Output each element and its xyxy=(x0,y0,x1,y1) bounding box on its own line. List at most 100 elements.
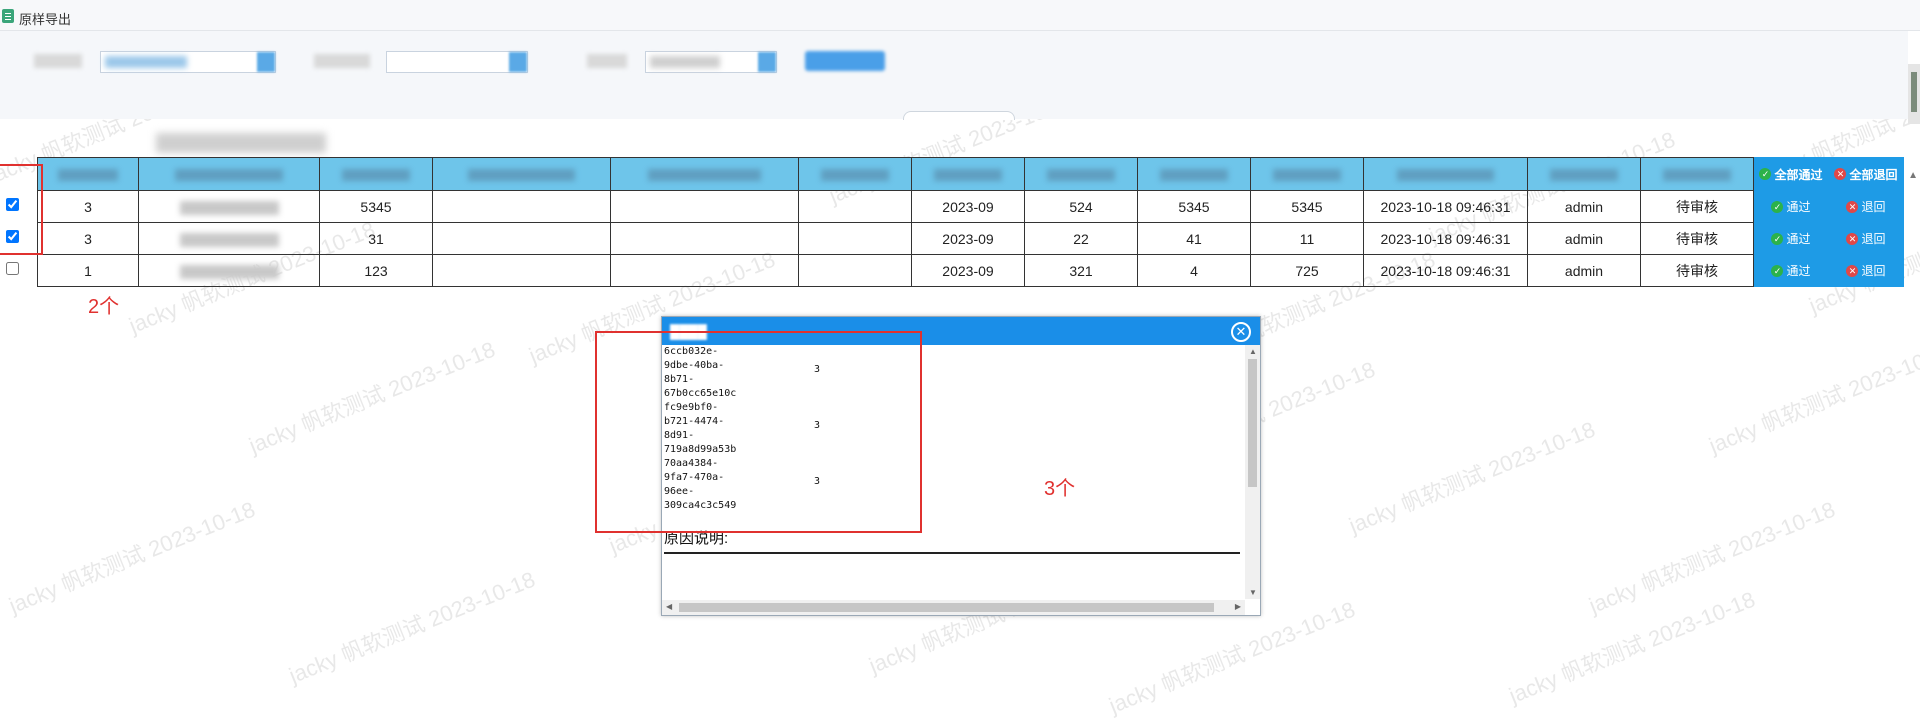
annotation-box-selected xyxy=(0,164,43,255)
cell-value: 5345 xyxy=(1137,190,1251,223)
cell-count: 3 xyxy=(37,222,139,255)
blurred-header-label xyxy=(156,133,326,153)
column-header xyxy=(319,157,433,191)
watermark-text: jacky 帆软测试 2023-10-18 xyxy=(245,336,499,459)
watermark-text: jacky 帆软测试 2023-10-18 xyxy=(1585,496,1839,619)
approve-button[interactable]: ✓ 通过 xyxy=(1753,190,1829,223)
cell-amount: 123 xyxy=(319,254,433,287)
cell-user: admin xyxy=(1527,190,1641,223)
cell-value: 41 xyxy=(1137,222,1251,255)
column-header xyxy=(37,157,139,191)
cell-period: 2023-09 xyxy=(911,254,1025,287)
column-header xyxy=(1363,157,1528,191)
cell-value: 11 xyxy=(1250,222,1364,255)
cell-status: 待审核 xyxy=(1640,254,1754,287)
query-button[interactable] xyxy=(805,51,885,71)
check-circle-icon: ✓ xyxy=(1771,264,1784,277)
page-scrollbar[interactable] xyxy=(1908,64,1920,124)
cell-value: 22 xyxy=(1024,222,1138,255)
cell-empty xyxy=(610,222,799,255)
watermark-text: jacky 帆软测试 2023-10-18 xyxy=(1505,586,1759,709)
filter-input-1[interactable] xyxy=(100,51,276,73)
cell-empty xyxy=(798,254,912,287)
table-header-row: ✓ 全部通过 ✕ 全部退回 xyxy=(37,157,1904,191)
annotation-selected-count: 2个 xyxy=(88,296,120,318)
cell-time: 2023-10-18 09:46:31 xyxy=(1363,254,1528,287)
cell-period: 2023-09 xyxy=(911,222,1025,255)
dialog-horizontal-scrollbar[interactable]: ◀ ▶ xyxy=(662,600,1245,615)
column-header xyxy=(798,157,912,191)
check-circle-icon: ✓ xyxy=(1771,200,1784,213)
cell-empty xyxy=(610,254,799,287)
approve-button[interactable]: ✓ 通过 xyxy=(1753,254,1829,287)
annotation-box-dialog xyxy=(595,331,922,533)
return-all-button[interactable]: ✕ 全部退回 xyxy=(1828,157,1904,191)
cell-empty xyxy=(798,190,912,223)
cell-amount: 31 xyxy=(319,222,433,255)
cell-user: admin xyxy=(1527,222,1641,255)
cell-time: 2023-10-18 09:46:31 xyxy=(1363,222,1528,255)
column-header xyxy=(1250,157,1364,191)
cell-value: 4 xyxy=(1137,254,1251,287)
x-circle-icon: ✕ xyxy=(1834,168,1847,180)
approve-button[interactable]: ✓ 通过 xyxy=(1753,222,1829,255)
cell-status: 待审核 xyxy=(1640,222,1754,255)
table-row: 1 123 2023-09 321 4 725 2023-10-18 09:46:31 adm… xyxy=(37,254,1904,287)
filter-label-1 xyxy=(34,54,82,68)
search-panel xyxy=(0,31,1908,119)
x-circle-icon: ✕ xyxy=(1846,264,1859,277)
check-circle-icon: ✓ xyxy=(1759,168,1772,180)
collapse-handle[interactable] xyxy=(903,111,1015,120)
approve-all-button[interactable]: ✓ 全部通过 xyxy=(1753,157,1829,191)
return-button[interactable]: ✕ 退回 xyxy=(1828,222,1904,255)
cell-count: 1 xyxy=(37,254,139,287)
cell-value: 321 xyxy=(1024,254,1138,287)
scroll-up-icon[interactable]: ▲ xyxy=(1908,170,1918,181)
export-document-icon[interactable] xyxy=(2,9,14,23)
filter-input-2[interactable] xyxy=(386,51,528,73)
cell-user: admin xyxy=(1527,254,1641,287)
filter-input-3[interactable] xyxy=(645,51,777,73)
cell-name-blurred xyxy=(138,222,320,255)
check-circle-icon: ✓ xyxy=(1771,232,1784,245)
column-header xyxy=(1527,157,1641,191)
cell-value: 5345 xyxy=(1250,190,1364,223)
cell-value: 725 xyxy=(1250,254,1364,287)
column-header xyxy=(1640,157,1754,191)
table-row: 3 5345 2023-09 524 5345 5345 2023-10-18 09:46:… xyxy=(37,190,1904,223)
cell-status: 待审核 xyxy=(1640,190,1754,223)
cell-name-blurred xyxy=(138,254,320,287)
cell-amount: 5345 xyxy=(319,190,433,223)
return-button[interactable]: ✕ 退回 xyxy=(1828,254,1904,287)
annotation-dialog-count: 3个 xyxy=(1044,478,1076,500)
table-row: 3 31 2023-09 22 41 11 2023-10-18 09:46:31 admin… xyxy=(37,222,1904,255)
watermark-text: jacky 帆软测试 2023-10-18 xyxy=(285,566,539,689)
watermark-text: jacky 帆软测试 2023-10-18 xyxy=(5,496,259,619)
top-bar: 原样导出 xyxy=(0,0,1920,31)
reason-input[interactable] xyxy=(664,552,1240,554)
column-header xyxy=(610,157,799,191)
cell-empty xyxy=(432,190,611,223)
cell-empty xyxy=(432,222,611,255)
column-header xyxy=(432,157,611,191)
watermark-text: jacky 帆软测试 2023-10-18 xyxy=(1705,336,1920,459)
export-title[interactable]: 原样导出 xyxy=(19,9,71,28)
cell-value: 524 xyxy=(1024,190,1138,223)
row-checkbox[interactable] xyxy=(6,262,19,275)
cell-name-blurred xyxy=(138,190,320,223)
x-circle-icon: ✕ xyxy=(1846,200,1859,213)
column-header xyxy=(138,157,320,191)
column-header xyxy=(911,157,1025,191)
column-header xyxy=(1137,157,1251,191)
dialog-vertical-scrollbar[interactable]: ▲ ▼ xyxy=(1245,345,1260,599)
column-header xyxy=(1024,157,1138,191)
filter-label-3 xyxy=(587,54,627,68)
cell-empty xyxy=(798,222,912,255)
watermark-text: jacky 帆软测试 2023-10-18 xyxy=(1345,416,1599,539)
cell-empty xyxy=(610,190,799,223)
return-button[interactable]: ✕ 退回 xyxy=(1828,190,1904,223)
x-circle-icon: ✕ xyxy=(1846,232,1859,245)
close-icon[interactable]: ✕ xyxy=(1231,322,1251,342)
filter-label-2 xyxy=(314,54,370,68)
cell-empty xyxy=(432,254,611,287)
